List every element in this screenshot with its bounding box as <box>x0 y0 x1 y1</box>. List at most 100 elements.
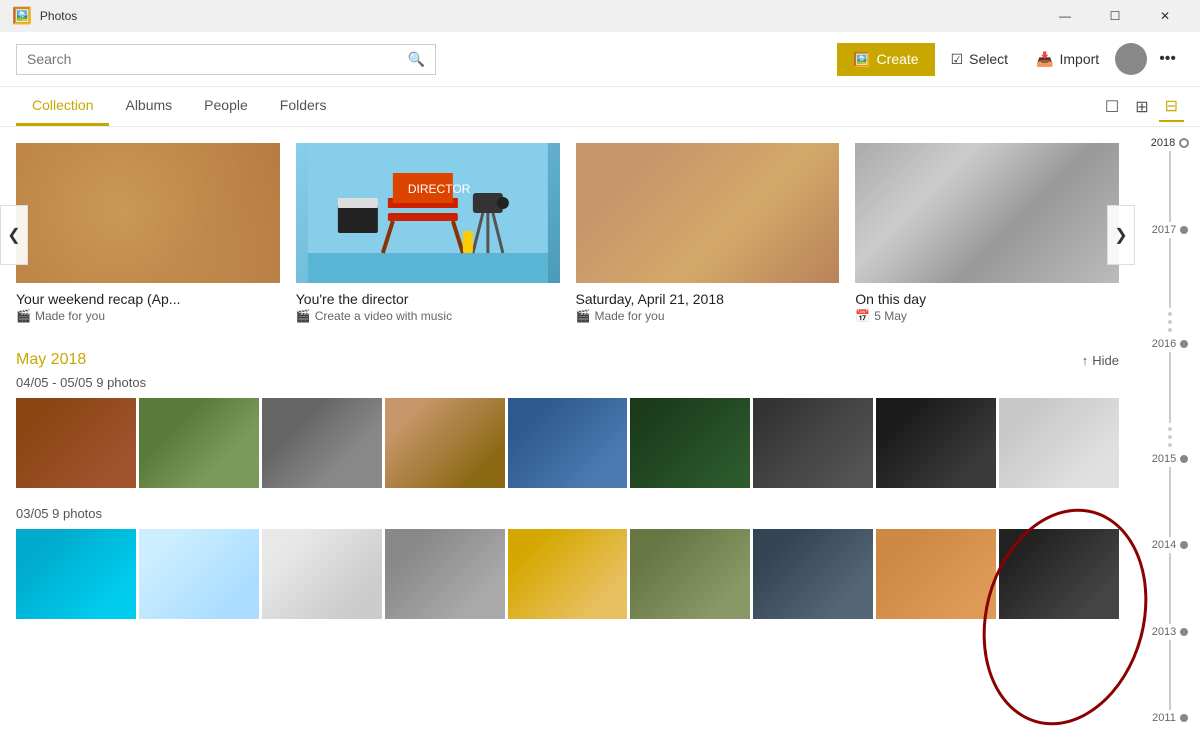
carousel-info-2: Saturday, April 21, 2018 🎬 Made for you <box>576 283 840 327</box>
title-bar-left: 🖼️ Photos <box>12 6 77 26</box>
search-icon-btn[interactable]: 🔍 <box>408 51 425 68</box>
carousel-subtitle-icon-2: 🎬 <box>576 309 591 323</box>
section-header-may2018: May 2018 ↑ Hide <box>0 343 1135 373</box>
avatar[interactable] <box>1115 43 1147 75</box>
carousel-title-1: You're the director <box>296 291 560 307</box>
timeline: 2018 2017 2016 <box>1140 127 1200 734</box>
timeline-dot-2014 <box>1180 541 1188 549</box>
photo-item[interactable] <box>508 398 628 488</box>
search-box[interactable]: 🔍 <box>16 44 436 75</box>
photo-item[interactable] <box>630 529 750 619</box>
carousel-card-2[interactable]: Saturday, April 21, 2018 🎬 Made for you <box>576 143 840 327</box>
carousel-subtitle-icon-1: 🎬 <box>296 309 311 323</box>
tab-folders[interactable]: Folders <box>264 87 343 126</box>
carousel-card-3[interactable]: On this day 📅 5 May <box>855 143 1119 327</box>
close-button[interactable]: ✕ <box>1142 0 1188 32</box>
minimize-button[interactable]: — <box>1042 0 1088 32</box>
timeline-line <box>1169 640 1171 711</box>
toolbar: 🔍 🖼️ Create ☑ Select 📥 Import ••• <box>0 32 1200 87</box>
carousel-thumb-0 <box>16 143 280 283</box>
photo-item[interactable] <box>385 529 505 619</box>
timeline-year-2011[interactable]: 2011 <box>1152 710 1188 726</box>
carousel-left-arrow[interactable]: ❮ <box>0 205 28 265</box>
timeline-dot-2016 <box>1180 340 1188 348</box>
view-compact-btn[interactable]: ⊟ <box>1159 92 1184 122</box>
photo-item[interactable] <box>753 529 873 619</box>
view-controls: ☐ ⊞ ⊟ <box>1099 92 1184 122</box>
carousel-subtitle-1: 🎬 Create a video with music <box>296 309 560 323</box>
carousel-subtitle-2: 🎬 Made for you <box>576 309 840 323</box>
carousel-thumb-1: DIRECTOR <box>296 143 560 283</box>
photo-item[interactable] <box>16 529 136 619</box>
carousel-subtitle-icon-0: 🎬 <box>16 309 31 323</box>
carousel-title-2: Saturday, April 21, 2018 <box>576 291 840 307</box>
tab-collection[interactable]: Collection <box>16 87 109 126</box>
timeline-line <box>1169 553 1171 624</box>
carousel-subtitle-0: 🎬 Made for you <box>16 309 280 323</box>
more-button[interactable]: ••• <box>1151 42 1184 76</box>
main-content[interactable]: ❮ Your weekend recap (Ap... 🎬 Made for y… <box>0 127 1200 734</box>
photo-item[interactable] <box>262 529 382 619</box>
carousel-card-0[interactable]: Your weekend recap (Ap... 🎬 Made for you <box>16 143 280 327</box>
photo-grid-1 <box>0 398 1135 488</box>
carousel-info-3: On this day 📅 5 May <box>855 283 1119 327</box>
carousel-title-0: Your weekend recap (Ap... <box>16 291 280 307</box>
tab-people[interactable]: People <box>188 87 264 126</box>
title-bar: 🖼️ Photos — ☐ ✕ <box>0 0 1200 32</box>
photo-item[interactable] <box>876 529 996 619</box>
section-month: May 2018 <box>16 351 86 369</box>
carousel-thumb-3 <box>855 143 1119 283</box>
photo-grid-2 <box>0 529 1135 619</box>
select-button[interactable]: ☑ Select <box>939 43 1020 76</box>
timeline-year-2013[interactable]: 2013 <box>1152 624 1188 640</box>
timeline-line <box>1169 238 1171 309</box>
carousel-subtitle-3: 📅 5 May <box>855 309 1119 323</box>
timeline-gap-dots <box>1168 308 1172 336</box>
view-single-btn[interactable]: ☐ <box>1099 92 1125 122</box>
timeline-line <box>1169 467 1171 538</box>
photo-item[interactable] <box>139 529 259 619</box>
photo-item[interactable] <box>630 398 750 488</box>
search-input[interactable] <box>27 51 408 67</box>
timeline-dot-2015 <box>1180 455 1188 463</box>
timeline-dot-2017 <box>1180 226 1188 234</box>
date-range-1: 04/05 - 05/05 9 photos <box>0 373 1135 398</box>
create-button[interactable]: 🖼️ Create <box>837 43 934 76</box>
carousel-card-1[interactable]: DIRECTOR <box>296 143 560 327</box>
svg-text:DIRECTOR: DIRECTOR <box>408 182 471 196</box>
hide-button[interactable]: ↑ Hide <box>1082 353 1119 368</box>
photo-item[interactable] <box>262 398 382 488</box>
import-button[interactable]: 📥 Import <box>1024 43 1111 76</box>
photo-item[interactable] <box>999 398 1119 488</box>
photo-item[interactable] <box>139 398 259 488</box>
carousel-info-0: Your weekend recap (Ap... 🎬 Made for you <box>16 283 280 327</box>
photo-item[interactable] <box>385 398 505 488</box>
view-grid-btn[interactable]: ⊞ <box>1129 92 1154 122</box>
app-window: 🔍 🖼️ Create ☑ Select 📥 Import ••• Collec… <box>0 32 1200 734</box>
date-range-2: 03/05 9 photos <box>0 504 1135 529</box>
tab-albums[interactable]: Albums <box>109 87 188 126</box>
photo-item[interactable] <box>16 398 136 488</box>
photo-item[interactable] <box>999 529 1119 619</box>
timeline-dot-2013 <box>1180 628 1188 636</box>
import-icon: 📥 <box>1036 51 1053 68</box>
scroll-content: ❮ Your weekend recap (Ap... 🎬 Made for y… <box>0 127 1200 619</box>
timeline-year-2018[interactable]: 2018 <box>1151 135 1189 151</box>
carousel-right-arrow[interactable]: ❯ <box>1107 205 1135 265</box>
carousel-info-1: You're the director 🎬 Create a video wit… <box>296 283 560 327</box>
photo-item[interactable] <box>753 398 873 488</box>
timeline-year-2015[interactable]: 2015 <box>1152 451 1188 467</box>
timeline-year-2014[interactable]: 2014 <box>1152 537 1188 553</box>
maximize-button[interactable]: ☐ <box>1092 0 1138 32</box>
photo-item[interactable] <box>876 398 996 488</box>
timeline-line <box>1169 151 1171 222</box>
photo-item[interactable] <box>508 529 628 619</box>
hide-arrow-icon: ↑ <box>1082 353 1089 368</box>
timeline-year-2017[interactable]: 2017 <box>1152 222 1188 238</box>
carousel-section: ❮ Your weekend recap (Ap... 🎬 Made for y… <box>0 127 1135 343</box>
carousel-items: Your weekend recap (Ap... 🎬 Made for you <box>16 143 1119 327</box>
timeline-gap-dots-2 <box>1168 423 1172 451</box>
timeline-line <box>1169 352 1171 423</box>
timeline-year-2016[interactable]: 2016 <box>1152 336 1188 352</box>
timeline-dot-2011 <box>1180 714 1188 722</box>
